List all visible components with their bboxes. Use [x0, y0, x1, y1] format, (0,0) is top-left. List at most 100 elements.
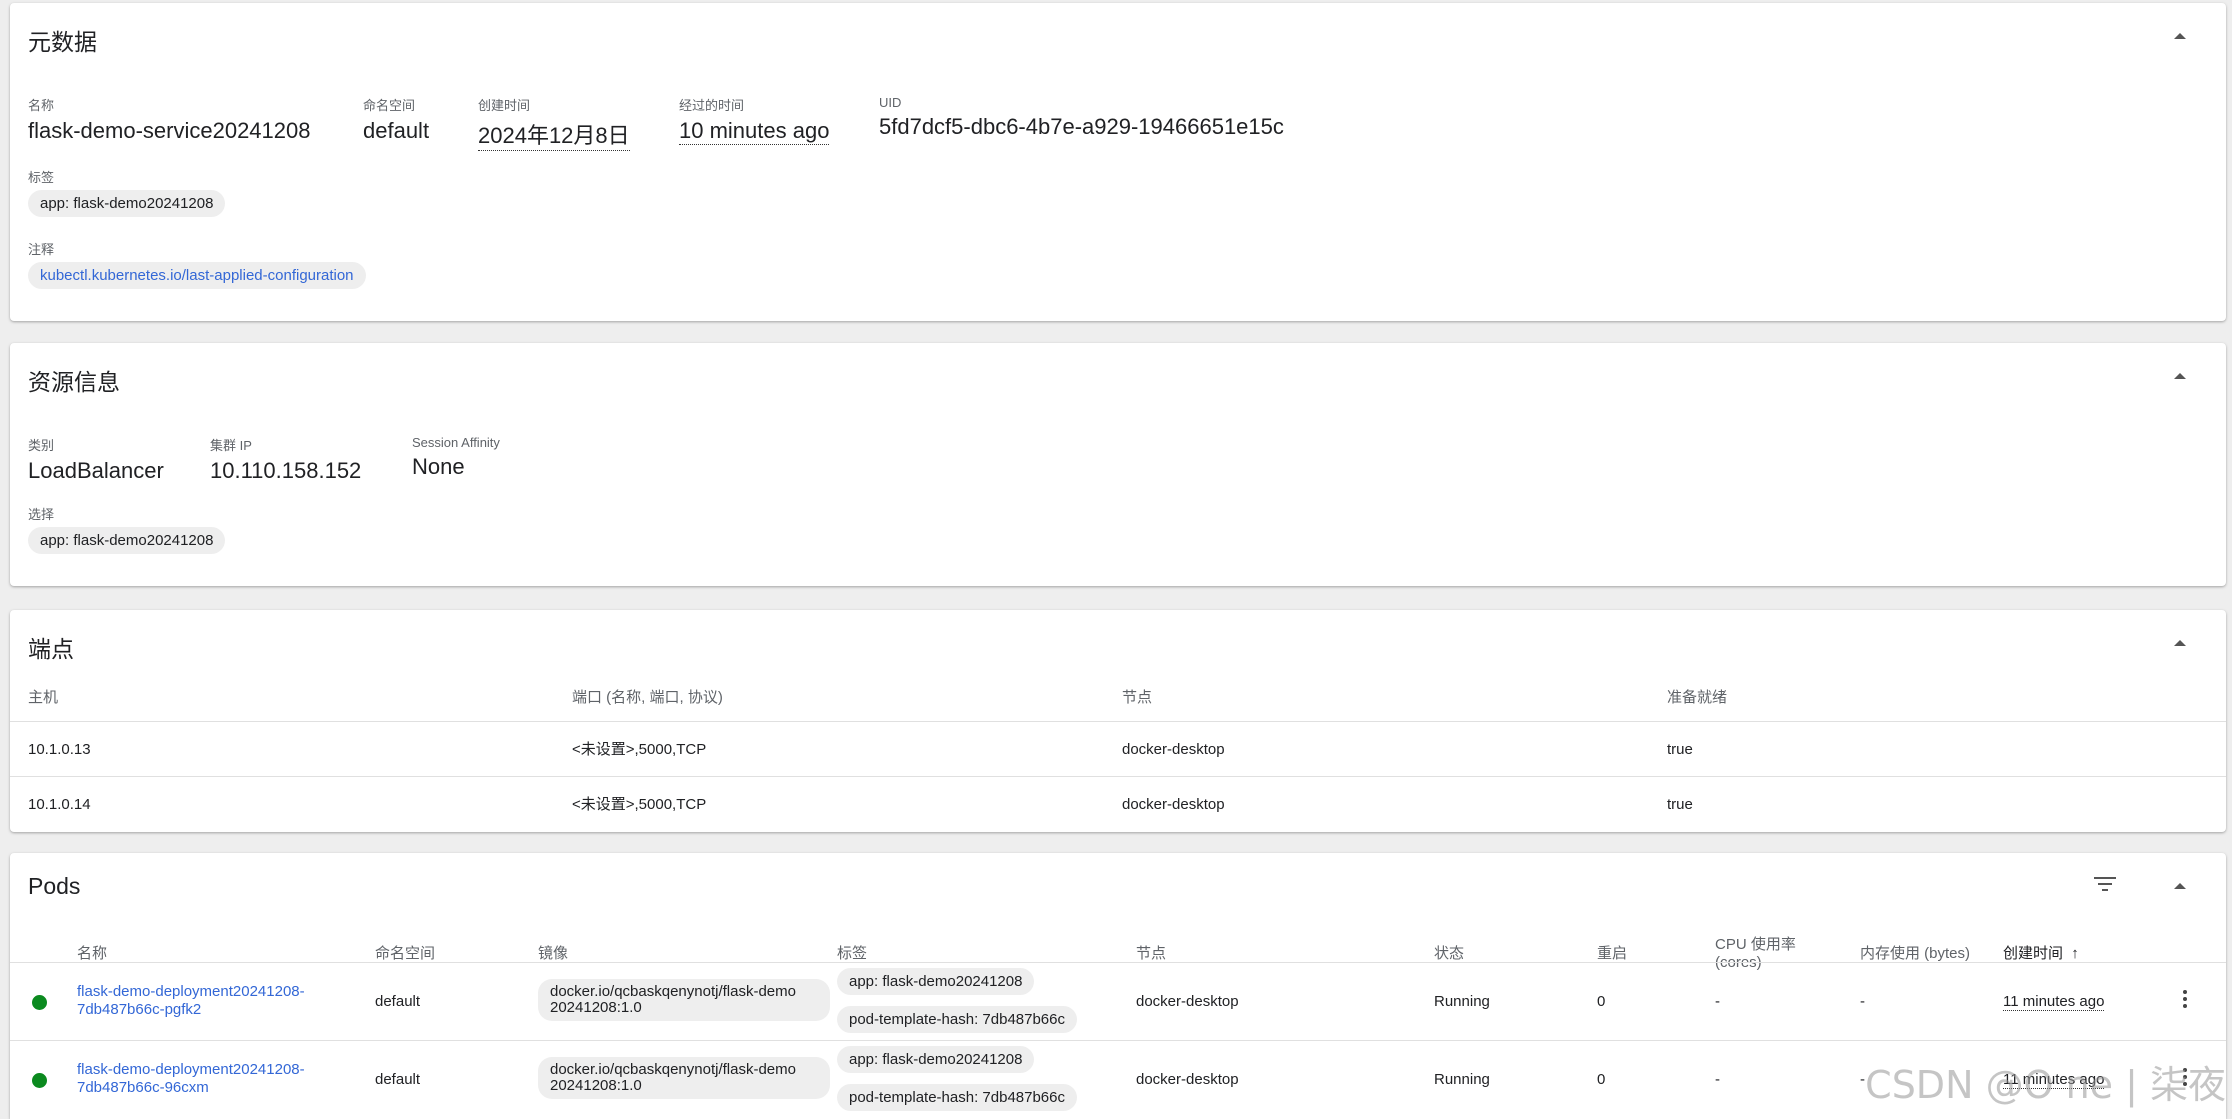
pod-namespace: default	[375, 1071, 421, 1088]
pods-col-status[interactable]: 状态	[1434, 945, 1464, 963]
pod-image-chip: docker.io/qcbaskqenynotj/flask-demo 2024…	[538, 979, 830, 1021]
pod-cpu: -	[1715, 1071, 1720, 1088]
collapse-up-icon[interactable]	[2174, 33, 2186, 39]
pod-status: Running	[1434, 1071, 1490, 1088]
pod-restarts: 0	[1597, 993, 1606, 1010]
pod-image-line1: docker.io/qcbaskqenynotj/flask-demo	[550, 1061, 796, 1078]
pod-node: docker-desktop	[1136, 993, 1239, 1010]
endpoint-node: docker-desktop	[1122, 796, 1225, 813]
collapse-up-icon[interactable]	[2174, 373, 2186, 379]
pods-col-memory[interactable]: 内存使用 (bytes)	[1860, 945, 1970, 963]
endpoints-title: 端点	[28, 636, 74, 662]
endpoint-host: 10.1.0.14	[28, 796, 91, 813]
cluster-ip-label: 集群 IP	[210, 438, 252, 453]
resource-title: 资源信息	[28, 369, 120, 395]
name-field: 名称 flask-demo-service20241208	[28, 95, 311, 144]
status-dot-icon	[32, 995, 47, 1010]
endpoint-ready: true	[1667, 741, 1693, 758]
pod-name-link[interactable]: flask-demo-deployment20241208- 7db487b66…	[77, 983, 305, 1019]
labels-field: 标签 app: flask-demo20241208	[28, 167, 226, 217]
metadata-card: 元数据 名称 flask-demo-service20241208 命名空间 d…	[10, 3, 2226, 321]
pod-label-chip: app: flask-demo20241208	[837, 1046, 1035, 1073]
created-label: 创建时间	[478, 98, 531, 113]
pod-name-line2: 7db487b66c-96cxm	[77, 1079, 209, 1096]
resource-card: 资源信息 类别 LoadBalancer 集群 IP 10.110.158.15…	[10, 343, 2226, 586]
pod-name-line2: 7db487b66c-pgfk2	[77, 1001, 202, 1018]
endpoints-col-ports[interactable]: 端口 (名称, 端口, 协议)	[572, 678, 723, 718]
pod-namespace: default	[375, 993, 421, 1010]
pod-cpu: -	[1715, 993, 1720, 1010]
endpoints-col-ready[interactable]: 准备就绪	[1667, 678, 1727, 718]
sort-arrow-icon: ↑	[2071, 945, 2079, 962]
pods-col-created[interactable]: 创建时间 ↑	[2003, 945, 2079, 963]
created-field: 创建时间 2024年12月8日	[478, 95, 630, 151]
session-affinity-field: Session Affinity None	[412, 435, 500, 480]
pods-col-node[interactable]: 节点	[1136, 945, 1166, 963]
type-value: LoadBalancer	[28, 458, 164, 483]
pods-col-restarts[interactable]: 重启	[1597, 945, 1627, 963]
age-field: 经过的时间 10 minutes ago	[679, 95, 830, 145]
cluster-ip-value: 10.110.158.152	[210, 458, 362, 483]
endpoints-header-row: 主机 端口 (名称, 端口, 协议) 节点 准备就绪	[10, 678, 2226, 718]
pods-col-image[interactable]: 镜像	[538, 945, 568, 963]
session-affinity-value: None	[412, 454, 465, 479]
pod-label-chip: app: flask-demo20241208	[837, 968, 1035, 995]
namespace-label: 命名空间	[363, 98, 416, 113]
pods-title: Pods	[28, 873, 81, 899]
uid-field: UID 5fd7dcf5-dbc6-4b7e-a929-19466651e15c	[879, 95, 1284, 140]
pod-label-chip: pod-template-hash: 7db487b66c	[837, 1084, 1077, 1111]
pod-image-line1: docker.io/qcbaskqenynotj/flask-demo	[550, 983, 796, 1000]
age-value: 10 minutes ago	[679, 118, 830, 145]
endpoint-host: 10.1.0.13	[28, 741, 91, 758]
type-label: 类别	[28, 438, 55, 453]
annotation-chip-link[interactable]: kubectl.kubernetes.io/last-applied-confi…	[28, 262, 366, 289]
table-row: 10.1.0.13 <未设置>,5000,TCP docker-desktop …	[10, 721, 2226, 776]
labels-label: 标签	[28, 170, 55, 185]
pod-restarts: 0	[1597, 1071, 1606, 1088]
name-value: flask-demo-service20241208	[28, 118, 311, 143]
endpoint-ready: true	[1667, 796, 1693, 813]
pod-name-link[interactable]: flask-demo-deployment20241208- 7db487b66…	[77, 1061, 305, 1097]
selector-label: 选择	[28, 507, 55, 522]
filter-icon[interactable]	[2094, 877, 2116, 893]
annotations-label: 注释	[28, 242, 55, 257]
pod-node: docker-desktop	[1136, 1071, 1239, 1088]
pods-col-namespace[interactable]: 命名空间	[375, 945, 435, 963]
collapse-up-icon[interactable]	[2174, 883, 2186, 889]
created-value: 2024年12月8日	[478, 118, 630, 151]
pod-status: Running	[1434, 993, 1490, 1010]
session-affinity-label: Session Affinity	[412, 435, 500, 450]
pod-name-line1: flask-demo-deployment20241208-	[77, 983, 305, 1000]
namespace-value: default	[363, 118, 430, 143]
pods-col-cpu-line1: CPU 使用率	[1715, 936, 1796, 953]
pod-image-chip: docker.io/qcbaskqenynotj/flask-demo 2024…	[538, 1057, 830, 1099]
table-row: flask-demo-deployment20241208- 7db487b66…	[10, 962, 2226, 1040]
metadata-title: 元数据	[28, 29, 97, 55]
status-dot-icon	[32, 1073, 47, 1088]
pod-created: 11 minutes ago	[2003, 993, 2105, 1011]
pod-label-chip: pod-template-hash: 7db487b66c	[837, 1006, 1077, 1033]
endpoints-col-host[interactable]: 主机	[28, 678, 58, 718]
cluster-ip-field: 集群 IP 10.110.158.152	[210, 435, 361, 484]
collapse-up-icon[interactable]	[2174, 640, 2186, 646]
table-row: 10.1.0.14 <未设置>,5000,TCP docker-desktop …	[10, 776, 2226, 831]
endpoint-ports: <未设置>,5000,TCP	[572, 796, 707, 813]
annotations-field: 注释 kubectl.kubernetes.io/last-applied-co…	[28, 239, 366, 289]
uid-value: 5fd7dcf5-dbc6-4b7e-a929-19466651e15c	[879, 114, 1284, 139]
watermark: CSDN @O ne | 柒夜	[1865, 1063, 2226, 1107]
pod-memory: -	[1860, 993, 1865, 1010]
type-field: 类别 LoadBalancer	[28, 435, 164, 484]
endpoint-ports: <未设置>,5000,TCP	[572, 741, 707, 758]
age-label: 经过的时间	[679, 98, 745, 113]
pod-name-line1: flask-demo-deployment20241208-	[77, 1061, 305, 1078]
endpoints-card: 端点 主机 端口 (名称, 端口, 协议) 节点 准备就绪 10.1.0.13 …	[10, 610, 2226, 832]
selector-chip: app: flask-demo20241208	[28, 527, 226, 554]
pods-col-labels[interactable]: 标签	[837, 945, 867, 963]
label-chip: app: flask-demo20241208	[28, 190, 226, 217]
endpoints-col-node[interactable]: 节点	[1122, 678, 1152, 718]
pod-image-line2: 20241208:1.0	[550, 999, 642, 1016]
pods-col-created-label: 创建时间	[2003, 945, 2064, 962]
selector-field: 选择 app: flask-demo20241208	[28, 504, 226, 554]
more-vert-icon[interactable]	[2182, 990, 2188, 1012]
pods-col-name[interactable]: 名称	[77, 945, 107, 963]
